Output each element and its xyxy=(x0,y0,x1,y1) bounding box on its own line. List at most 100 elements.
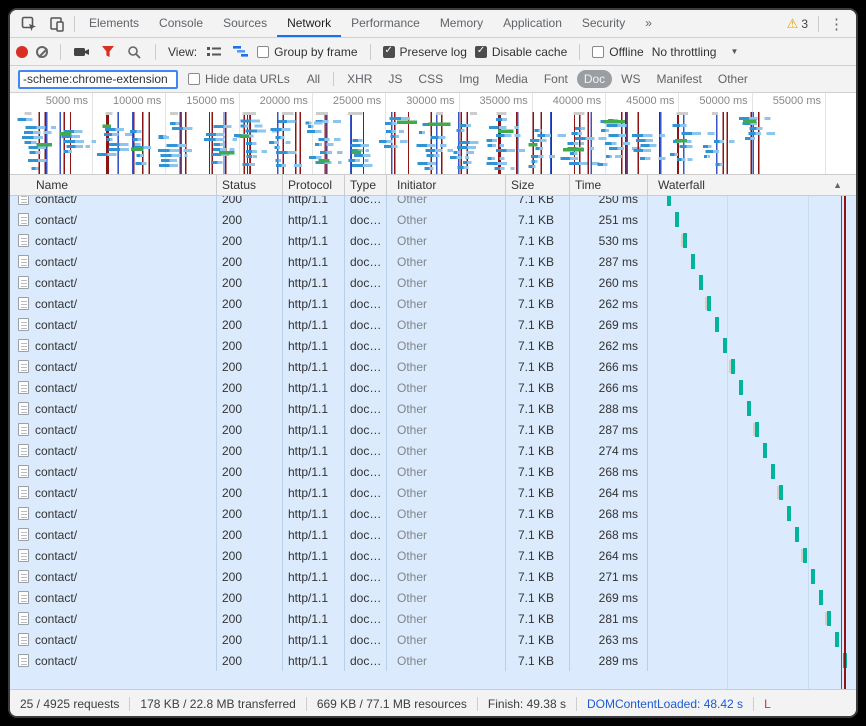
divider xyxy=(333,72,334,86)
waterfall-bar xyxy=(835,632,839,647)
tab-performance[interactable]: Performance xyxy=(341,10,430,37)
tab-memory[interactable]: Memory xyxy=(430,10,493,37)
cell-size: 7.1 KB xyxy=(506,629,570,650)
filter-pill-doc[interactable]: Doc xyxy=(577,70,612,88)
cell-waterfall xyxy=(648,272,856,293)
table-row[interactable]: contact/200http/1.1doc…Other7.1 KB281 ms xyxy=(10,608,856,629)
divider xyxy=(370,44,371,60)
throttling-dropdown[interactable]: No throttling ▼ xyxy=(652,45,739,59)
filter-pill-font[interactable]: Font xyxy=(537,70,575,88)
filter-pill-img[interactable]: Img xyxy=(452,70,486,88)
filter-pill-all[interactable]: All xyxy=(300,70,327,88)
filter-pill-js[interactable]: JS xyxy=(381,70,409,88)
table-row[interactable]: contact/200http/1.1doc…Other7.1 KB264 ms xyxy=(10,482,856,503)
table-row[interactable]: contact/200http/1.1doc…Other7.1 KB262 ms xyxy=(10,335,856,356)
waterfall-bar xyxy=(819,590,823,605)
tab-console[interactable]: Console xyxy=(149,10,213,37)
inspect-element-icon[interactable] xyxy=(20,15,38,33)
filter-pill-other[interactable]: Other xyxy=(711,70,755,88)
column-header-name[interactable]: Name xyxy=(10,175,217,195)
document-icon xyxy=(18,255,29,268)
clear-network-log-icon[interactable] xyxy=(36,46,48,58)
cell-name: contact/ xyxy=(10,419,217,440)
tab-elements[interactable]: Elements xyxy=(79,10,149,37)
table-row[interactable]: contact/200http/1.1doc…Other7.1 KB266 ms xyxy=(10,356,856,377)
column-header-waterfall[interactable]: Waterfall▲ xyxy=(648,175,856,195)
cell-time: 264 ms xyxy=(570,545,648,566)
table-row[interactable]: contact/200http/1.1doc…Other7.1 KB287 ms xyxy=(10,419,856,440)
cell-status: 200 xyxy=(217,272,283,293)
tab-security[interactable]: Security xyxy=(572,10,635,37)
filter-icon[interactable] xyxy=(99,43,117,61)
record-network-log-button[interactable] xyxy=(16,46,28,58)
filter-pill-media[interactable]: Media xyxy=(488,70,535,88)
table-row[interactable]: contact/200http/1.1doc…Other7.1 KB274 ms xyxy=(10,440,856,461)
column-header-size[interactable]: Size xyxy=(506,175,570,195)
column-header-time[interactable]: Time xyxy=(570,175,648,195)
document-icon xyxy=(18,444,29,457)
column-header-type[interactable]: Type xyxy=(345,175,387,195)
table-row[interactable]: contact/200http/1.1doc…Other7.1 KB264 ms xyxy=(10,545,856,566)
document-icon xyxy=(18,234,29,247)
preserve-log-checkbox[interactable]: Preserve log xyxy=(383,45,467,59)
view-list-icon[interactable] xyxy=(205,43,223,61)
table-row[interactable]: contact/200http/1.1doc…Other7.1 KB250 ms xyxy=(10,196,856,209)
view-waterfall-icon[interactable] xyxy=(231,43,249,61)
cell-size: 7.1 KB xyxy=(506,293,570,314)
column-header-status[interactable]: Status xyxy=(217,175,283,195)
network-overview[interactable]: 5000 ms10000 ms15000 ms20000 ms25000 ms3… xyxy=(10,93,856,175)
cell-time: 266 ms xyxy=(570,356,648,377)
disable-cache-checkbox[interactable]: Disable cache xyxy=(475,45,567,59)
document-icon xyxy=(18,213,29,226)
table-row[interactable]: contact/200http/1.1doc…Other7.1 KB271 ms xyxy=(10,566,856,587)
table-row[interactable]: contact/200http/1.1doc…Other7.1 KB263 ms xyxy=(10,629,856,650)
table-row[interactable]: contact/200http/1.1doc…Other7.1 KB266 ms xyxy=(10,377,856,398)
filter-pill-css[interactable]: CSS xyxy=(411,70,450,88)
table-row[interactable]: contact/200http/1.1doc…Other7.1 KB268 ms xyxy=(10,524,856,545)
tab-sources[interactable]: Sources xyxy=(213,10,277,37)
status-segment: 25 / 4925 requests xyxy=(10,697,129,711)
cell-protocol: http/1.1 xyxy=(283,398,345,419)
filter-pill-xhr[interactable]: XHR xyxy=(340,70,379,88)
filter-pill-manifest[interactable]: Manifest xyxy=(650,70,709,88)
tab-[interactable]: » xyxy=(635,10,662,37)
table-row[interactable]: contact/200http/1.1doc…Other7.1 KB262 ms xyxy=(10,293,856,314)
table-row[interactable]: contact/200http/1.1doc…Other7.1 KB289 ms xyxy=(10,650,856,671)
table-row[interactable]: contact/200http/1.1doc…Other7.1 KB530 ms xyxy=(10,230,856,251)
cell-waterfall xyxy=(648,251,856,272)
table-row[interactable]: contact/200http/1.1doc…Other7.1 KB287 ms xyxy=(10,251,856,272)
table-row[interactable]: contact/200http/1.1doc…Other7.1 KB251 ms xyxy=(10,209,856,230)
tab-network[interactable]: Network xyxy=(277,10,341,37)
filter-input[interactable] xyxy=(18,70,178,89)
waterfall-bar xyxy=(723,338,727,353)
column-header-protocol[interactable]: Protocol xyxy=(283,175,345,195)
table-row[interactable]: contact/200http/1.1doc…Other7.1 KB268 ms xyxy=(10,461,856,482)
table-row[interactable]: contact/200http/1.1doc…Other7.1 KB268 ms xyxy=(10,503,856,524)
search-icon[interactable] xyxy=(125,43,143,61)
request-name: contact/ xyxy=(35,276,77,290)
column-header-initiator[interactable]: Initiator xyxy=(387,175,506,195)
cell-initiator: Other xyxy=(387,566,506,587)
waterfall-bar xyxy=(715,317,719,332)
cell-protocol: http/1.1 xyxy=(283,566,345,587)
document-icon xyxy=(18,423,29,436)
table-row[interactable]: contact/200http/1.1doc…Other7.1 KB260 ms xyxy=(10,272,856,293)
filter-pill-ws[interactable]: WS xyxy=(614,70,647,88)
hide-data-urls-checkbox[interactable]: Hide data URLs xyxy=(188,72,290,86)
tab-application[interactable]: Application xyxy=(493,10,572,37)
waterfall-bar xyxy=(699,275,703,290)
devtools-menu-icon[interactable]: ⋮ xyxy=(823,15,850,33)
waterfall-bar xyxy=(811,569,815,584)
cell-protocol: http/1.1 xyxy=(283,314,345,335)
table-row[interactable]: contact/200http/1.1doc…Other7.1 KB269 ms xyxy=(10,587,856,608)
offline-checkbox[interactable]: Offline xyxy=(592,45,643,59)
cell-type: doc… xyxy=(345,608,387,629)
table-row[interactable]: contact/200http/1.1doc…Other7.1 KB269 ms xyxy=(10,314,856,335)
group-by-frame-checkbox[interactable]: Group by frame xyxy=(257,45,357,59)
table-row[interactable]: contact/200http/1.1doc…Other7.1 KB288 ms xyxy=(10,398,856,419)
device-toolbar-icon[interactable] xyxy=(48,15,66,33)
capture-screenshots-icon[interactable] xyxy=(73,43,91,61)
waterfall-bar xyxy=(763,443,767,458)
console-warnings-badge[interactable]: ⚠ 3 xyxy=(781,17,814,31)
cell-time: 274 ms xyxy=(570,440,648,461)
